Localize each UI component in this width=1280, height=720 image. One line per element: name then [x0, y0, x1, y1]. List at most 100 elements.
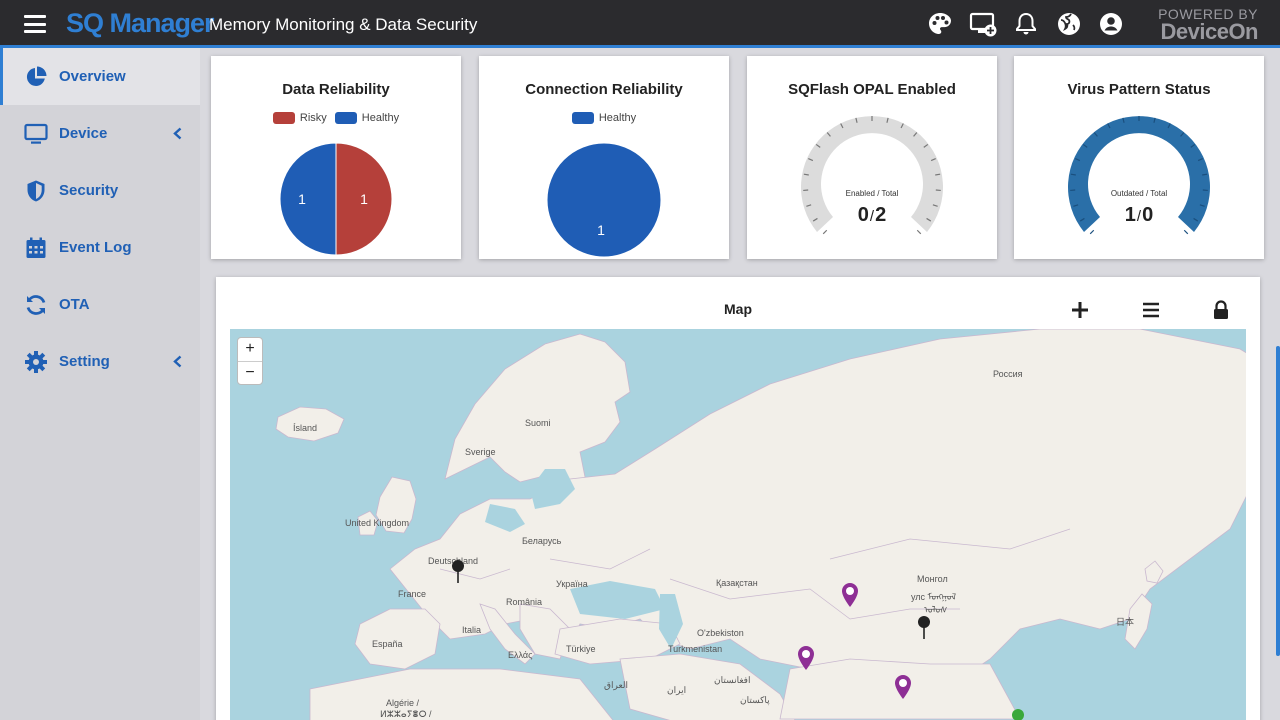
pie-data-label-healthy: 1 — [298, 191, 306, 207]
map-label-sweden: Sverige — [465, 447, 496, 457]
map-pin-black[interactable] — [917, 615, 931, 640]
zoom-in-button[interactable]: + — [238, 338, 262, 361]
map-label-algeria-2: ⵍⵣⵣⴰⵢⴻⵔ / — [380, 709, 432, 719]
map-label-pakistan: پاکستان — [740, 695, 770, 705]
sidebar-item-label: Setting — [59, 353, 110, 370]
pie-slice-healthy[interactable] — [279, 142, 337, 256]
chevron-left-icon[interactable] — [173, 127, 182, 140]
map-label-belarus: Беларусь — [522, 536, 562, 546]
map-label-uk: United Kingdom — [345, 518, 410, 528]
legend-label: Healthy — [598, 112, 637, 124]
sidebar-item-device[interactable]: Device — [0, 105, 200, 162]
gauge-value: 0/2 — [747, 204, 997, 227]
bell-icon[interactable] — [1012, 10, 1040, 38]
legend-swatch — [334, 112, 357, 124]
lock-icon[interactable] — [1210, 299, 1232, 321]
gauge-tick — [1070, 173, 1076, 176]
data-reliability-card: Data Reliability Risky Healthy 1 1 — [211, 56, 461, 259]
gauge-separator: / — [1136, 208, 1142, 225]
map-label-japan: 日本 — [1116, 617, 1135, 627]
sidebar-item-overview[interactable]: Overview — [0, 48, 200, 105]
map-marker-purple[interactable] — [797, 645, 815, 671]
deviceon-text: DeviceOn — [1160, 19, 1259, 44]
monitor-icon — [24, 123, 48, 144]
sidebar-item-label: Security — [59, 182, 119, 199]
map-label-iceland: Ísland — [293, 423, 318, 433]
card-title: Virus Pattern Status — [1067, 81, 1211, 98]
map-label-greece: Ελλάς — [508, 650, 533, 660]
map-marker-purple[interactable] — [894, 674, 912, 700]
card-title: Connection Reliability — [525, 81, 683, 98]
palette-icon[interactable] — [926, 10, 954, 38]
page-scrollbar[interactable] — [1276, 346, 1280, 656]
map-pin-black[interactable] — [451, 559, 465, 584]
gauge-value: 1/0 — [1014, 204, 1264, 227]
map-label-france: France — [398, 589, 427, 599]
sidebar-item-label: OTA — [59, 296, 90, 313]
map-label-iran: ایران — [667, 685, 687, 695]
chart-legend: Risky Healthy — [211, 112, 461, 124]
gauge-tick — [822, 229, 828, 235]
card-title: SQFlash OPAL Enabled — [788, 81, 956, 98]
legend-label: Healthy — [361, 112, 400, 124]
sidebar: Overview Device Security Event Log OTA S… — [0, 48, 200, 720]
connection-reliability-card: Connection Reliability Healthy 1 — [479, 56, 729, 259]
world-map[interactable]: Ísland Suomi Sverige United Kingdom Deut… — [230, 329, 1246, 720]
add-device-icon[interactable] — [969, 10, 997, 38]
gauge-denominator: 2 — [875, 204, 887, 226]
shield-icon — [27, 180, 45, 201]
map-label-afghanistan: افغانستان — [714, 675, 751, 685]
zoom-control: + − — [237, 337, 263, 385]
virus-pattern-card: Virus Pattern Status Outdated / Total 1/… — [1014, 56, 1264, 259]
legend-item-healthy[interactable]: Healthy — [571, 112, 637, 124]
map-label-ukraine: Україна — [556, 579, 588, 589]
user-account-icon[interactable] — [1097, 10, 1125, 38]
gauge-tick — [1089, 229, 1095, 235]
pie-data-label-healthy: 1 — [597, 222, 605, 238]
map-title: Map — [724, 301, 752, 317]
map-panel: Map Ísland Suomi Sverige United Kingdom … — [216, 277, 1260, 720]
sync-icon — [26, 294, 46, 315]
pie-slice-healthy[interactable] — [546, 142, 662, 258]
globe-icon[interactable] — [1055, 10, 1083, 38]
powered-by-logo: POWERED BY DeviceOn — [1158, 6, 1258, 45]
top-bar: SQ Manager Memory Monitoring & Data Secu… — [0, 0, 1280, 48]
sidebar-item-label: Overview — [59, 68, 126, 85]
sidebar-item-label: Event Log — [59, 239, 132, 256]
zoom-out-button[interactable]: − — [238, 361, 262, 384]
map-label-turkmenistan: Turkmenistan — [668, 644, 723, 654]
gauge-caption: Outdated / Total — [1110, 189, 1168, 198]
data-reliability-pie-chart: 1 1 — [279, 142, 393, 256]
gauge-tick — [1202, 173, 1208, 176]
gear-icon — [25, 350, 47, 373]
menu-icon[interactable] — [24, 15, 46, 33]
gauge-caption: Enabled / Total — [845, 189, 899, 198]
gauge-tick — [916, 229, 922, 235]
sidebar-item-security[interactable]: Security — [0, 162, 200, 219]
map-marker-purple[interactable] — [841, 582, 859, 608]
map-label-italy: Italia — [462, 625, 482, 635]
chevron-left-icon[interactable] — [173, 355, 182, 368]
legend-item-risky[interactable]: Risky — [272, 112, 327, 124]
gauge-tick — [935, 173, 941, 176]
brand-logo[interactable]: SQ Manager — [66, 8, 215, 39]
map-marker-green[interactable] — [1012, 709, 1024, 720]
gauge-tick — [1183, 229, 1189, 235]
sidebar-item-event-log[interactable]: Event Log — [0, 219, 200, 276]
list-menu-icon[interactable] — [1140, 299, 1162, 321]
legend-swatch — [571, 112, 594, 124]
add-icon[interactable] — [1069, 299, 1091, 321]
gauge-separator: / — [869, 208, 875, 225]
connection-reliability-pie-chart: 1 — [546, 142, 662, 258]
map-label-kazakhstan: Қазақстан — [716, 578, 758, 588]
legend-item-healthy[interactable]: Healthy — [334, 112, 400, 124]
map-label-mongolia-3: ᠤᠯᠤᠰ — [924, 605, 948, 615]
map-label-iraq: العراق — [604, 680, 629, 690]
sidebar-item-setting[interactable]: Setting — [0, 333, 200, 390]
sidebar-item-ota[interactable]: OTA — [0, 276, 200, 333]
gauge-tick — [803, 173, 809, 176]
map-label-turkey: Türkiye — [566, 644, 596, 654]
gauge-numerator: 0 — [857, 204, 869, 226]
chart-legend: Healthy — [479, 112, 729, 124]
card-title: Data Reliability — [282, 81, 390, 98]
